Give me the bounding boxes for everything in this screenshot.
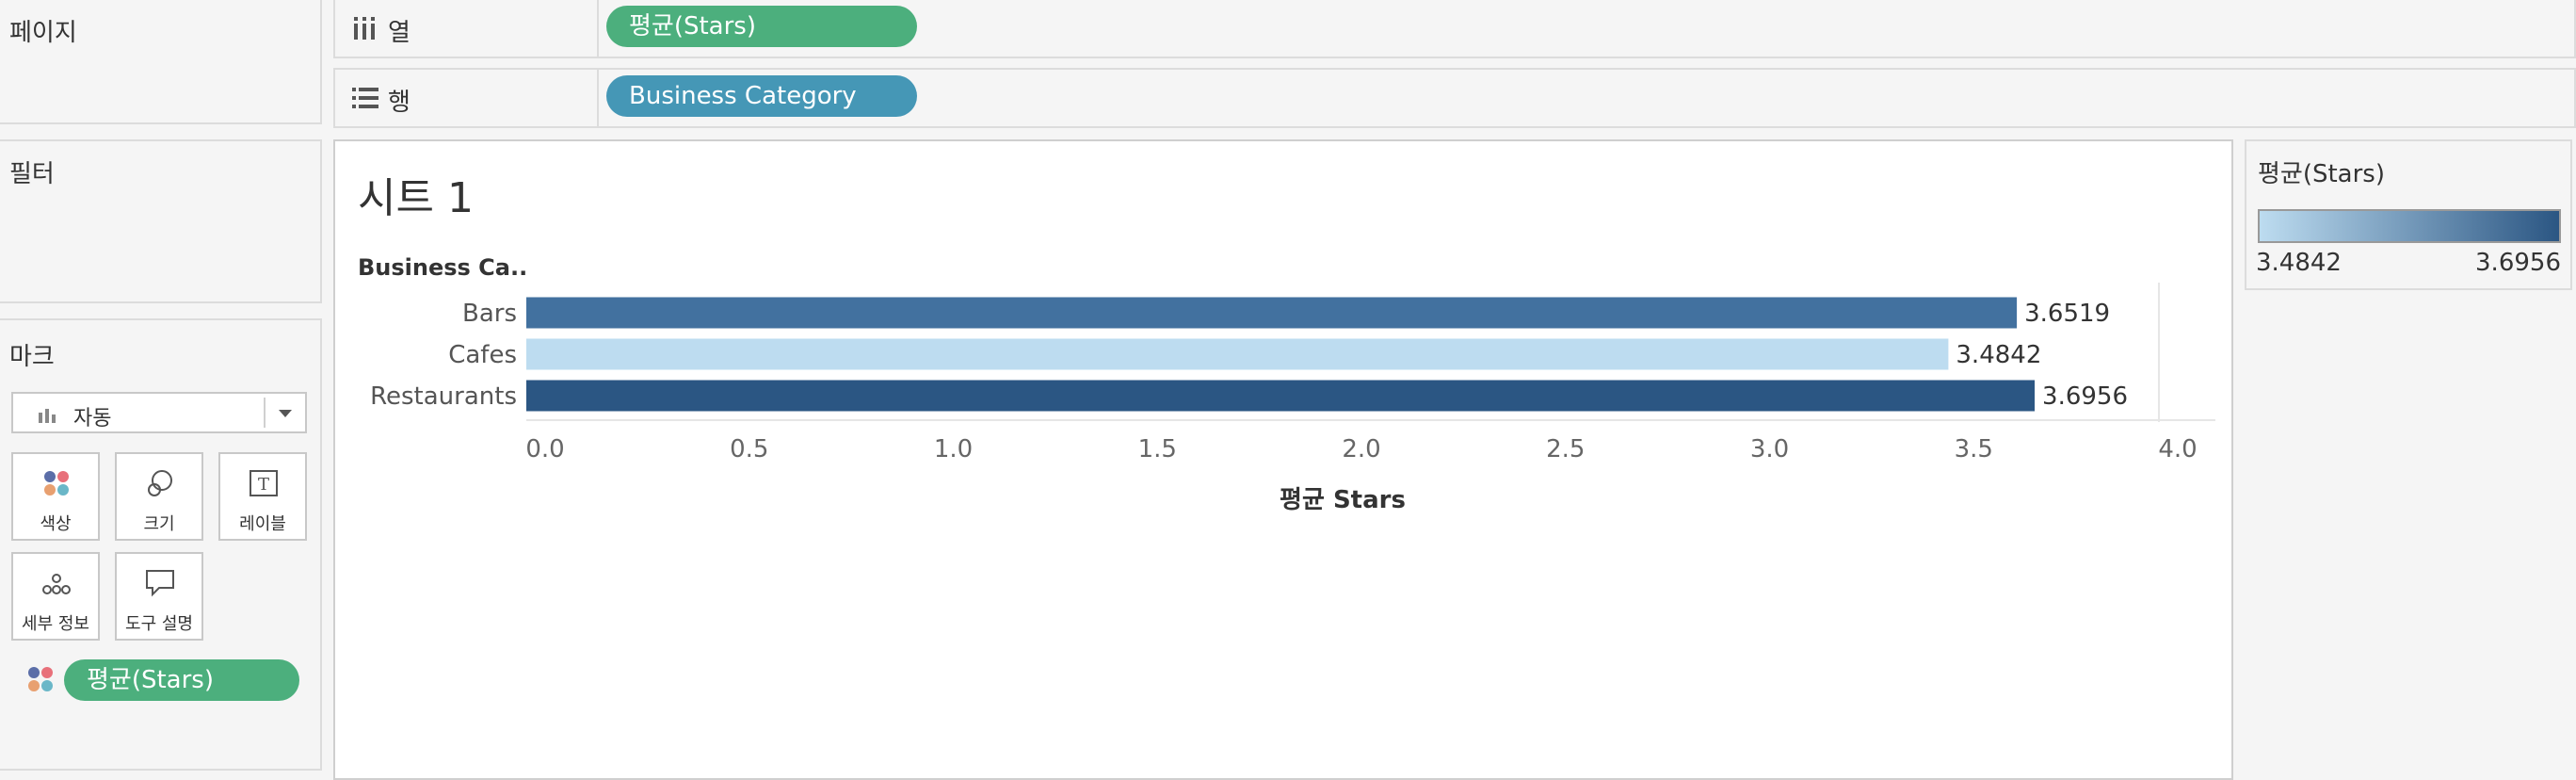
x-axis-title[interactable]: 평균 Stars <box>1201 480 1484 515</box>
bar-restaurants[interactable] <box>526 380 2036 412</box>
bar-value-label: 3.6519 <box>2024 299 2111 328</box>
pages-panel: 페이지 <box>0 0 322 124</box>
svg-text:T: T <box>258 475 269 495</box>
detail-icon <box>42 574 71 594</box>
tooltip-button-label: 도구 설명 <box>125 614 193 634</box>
color-encoding-icon <box>28 667 53 691</box>
sheet-view[interactable]: 시트 1 Business Ca.. Bars 3.6519 Cafes 3.4842… <box>333 139 2233 780</box>
color-icon <box>44 471 69 496</box>
dropdown-separator <box>264 398 266 428</box>
x-tick-label: 0.0 <box>525 435 565 463</box>
detail-button-label: 세부 정보 <box>22 614 89 634</box>
legend-min-label: 3.4842 <box>2256 249 2342 277</box>
category-label[interactable]: Bars <box>338 300 517 328</box>
label-button-label: 레이블 <box>239 514 286 534</box>
rows-icon <box>352 88 378 108</box>
x-tick-label: 3.0 <box>1749 435 1790 463</box>
x-tick-label: 2.0 <box>1342 435 1381 463</box>
size-icon <box>148 470 172 496</box>
category-label[interactable]: Cafes <box>338 341 517 369</box>
tooltip-button[interactable]: 도구 설명 <box>115 552 203 641</box>
mark-type-label: 자동 <box>73 407 112 431</box>
detail-button[interactable]: 세부 정보 <box>11 552 100 641</box>
size-button-label: 크기 <box>143 514 175 534</box>
columns-shelf-label: 열 <box>388 19 411 47</box>
marks-panel: 마크 자동 색상 크기 T 레이블 세부 정보 도구 설명 평균(Stars) <box>0 318 322 771</box>
bar-chart-icon <box>39 409 56 423</box>
bar-cafes[interactable] <box>526 338 1949 370</box>
chevron-down-icon[interactable] <box>275 399 296 426</box>
filters-panel[interactable]: 필터 <box>0 139 322 303</box>
x-tick-label: 1.0 <box>933 435 974 463</box>
color-button[interactable]: 색상 <box>11 452 100 541</box>
legend-title: 평균(Stars) <box>2258 160 2385 188</box>
color-field-pill[interactable]: 평균(Stars) <box>64 659 299 701</box>
size-button[interactable]: 크기 <box>115 452 203 541</box>
tooltip-icon <box>146 570 174 597</box>
bar-bars[interactable] <box>526 297 2018 329</box>
x-tick-label: 3.5 <box>1954 435 1993 463</box>
columns-field-pill[interactable]: 평균(Stars) <box>606 6 917 47</box>
rows-shelf[interactable]: 행 Business Category <box>333 68 2576 128</box>
label-icon: T <box>250 470 278 496</box>
columns-shelf-header: 열 <box>335 0 599 57</box>
x-tick-label: 2.5 <box>1546 435 1586 463</box>
color-legend[interactable]: 평균(Stars) 3.4842 3.6956 <box>2245 139 2572 290</box>
rows-shelf-header: 행 <box>335 70 599 126</box>
bar-value-label: 3.6956 <box>2042 382 2129 411</box>
label-button[interactable]: T 레이블 <box>218 452 307 541</box>
columns-icon <box>354 17 375 40</box>
x-tick-label: 1.5 <box>1137 435 1177 463</box>
legend-max-label: 3.6956 <box>2475 249 2561 277</box>
color-button-label: 색상 <box>40 514 72 534</box>
rows-field-pill[interactable]: Business Category <box>606 75 917 117</box>
x-tick-label: 0.5 <box>730 435 769 463</box>
mark-type-dropdown[interactable]: 자동 <box>11 392 307 433</box>
filters-panel-title: 필터 <box>9 160 55 188</box>
legend-color-ramp <box>2258 209 2561 243</box>
x-tick-label: 4.0 <box>2158 435 2198 463</box>
pages-panel-title: 페이지 <box>9 19 77 47</box>
rows-shelf-label: 행 <box>388 89 411 117</box>
marks-panel-title: 마크 <box>9 343 55 371</box>
columns-shelf[interactable]: 열 평균(Stars) <box>333 0 2576 58</box>
category-label[interactable]: Restaurants <box>338 382 517 411</box>
bar-value-label: 3.4842 <box>1956 340 2042 369</box>
